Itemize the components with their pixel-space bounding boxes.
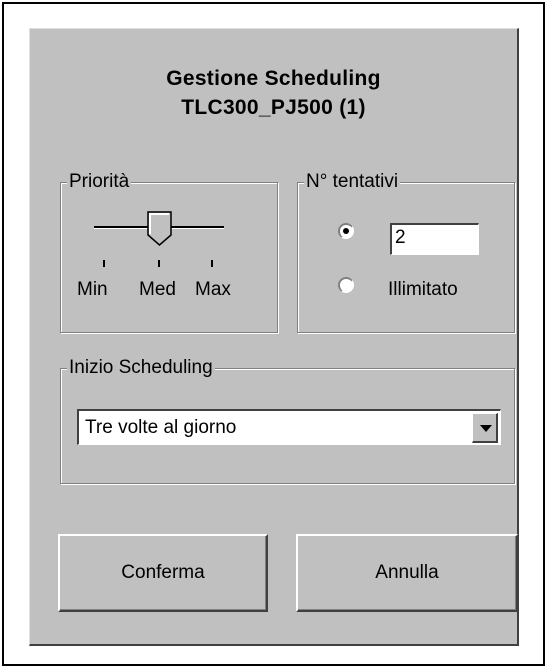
schedule-start-group-label: Inizio Scheduling bbox=[67, 357, 215, 379]
radio-selected-dot bbox=[343, 228, 349, 234]
schedule-start-group: Inizio Scheduling Tre volte al giorno bbox=[60, 357, 515, 484]
scheduling-dialog: Gestione Scheduling TLC300_PJ500 (1) Pri… bbox=[29, 28, 519, 646]
schedule-start-dropdown[interactable]: Tre volte al giorno bbox=[77, 409, 501, 445]
attempts-count-input[interactable]: 2 bbox=[390, 223, 479, 255]
tick-max bbox=[211, 260, 213, 267]
chevron-down-icon bbox=[480, 425, 492, 432]
attempts-count-radio[interactable] bbox=[338, 223, 354, 239]
attempts-group-label: N° tentativi bbox=[304, 171, 401, 193]
cancel-button[interactable]: Annulla bbox=[296, 534, 518, 612]
dialog-title: Gestione Scheduling bbox=[166, 67, 381, 90]
tick-med bbox=[158, 260, 160, 267]
attempts-unlimited-radio[interactable] bbox=[338, 277, 354, 293]
priority-group-label: Priorità bbox=[67, 171, 132, 193]
dropdown-button[interactable] bbox=[472, 413, 498, 443]
confirm-button[interactable]: Conferma bbox=[58, 534, 268, 612]
priority-group: Priorità Min Med Max bbox=[60, 171, 278, 333]
attempts-group: N° tentativi 2 Illimitato bbox=[297, 171, 515, 333]
dialog-subtitle: TLC300_PJ500 (1) bbox=[181, 96, 366, 119]
tick-label-max: Max bbox=[195, 279, 231, 300]
attempts-unlimited-label: Illimitato bbox=[388, 279, 458, 300]
schedule-start-selected: Tre volte al giorno bbox=[85, 417, 237, 438]
tick-label-med: Med bbox=[139, 279, 176, 300]
tick-label-min: Min bbox=[77, 279, 108, 300]
priority-slider-thumb[interactable] bbox=[147, 211, 173, 252]
tick-min bbox=[103, 260, 105, 267]
